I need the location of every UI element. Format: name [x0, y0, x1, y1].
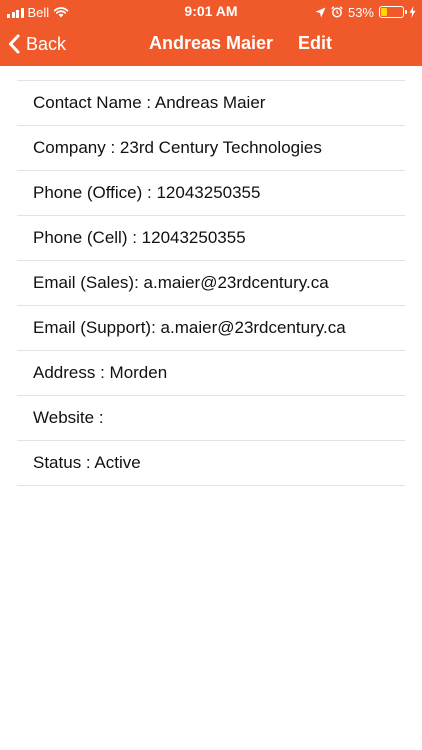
edit-button[interactable]: Edit [298, 33, 332, 54]
contact-detail-screen: Bell 9:01 AM 53% Back Andreas Maier Edit… [0, 0, 422, 750]
phone-office-row[interactable]: Phone (Office) : 12043250355 [17, 171, 405, 216]
status-right: 53% [315, 4, 416, 20]
alarm-icon [331, 6, 343, 18]
contact-detail-list: Contact Name : Andreas Maier Company : 2… [17, 80, 405, 486]
phone-cell-row[interactable]: Phone (Cell) : 12043250355 [17, 216, 405, 261]
battery-fill [381, 8, 387, 16]
chevron-left-icon [9, 34, 20, 54]
status-row: Status : Active [17, 441, 405, 486]
back-label: Back [26, 33, 67, 54]
email-support-row[interactable]: Email (Support): a.maier@23rdcentury.ca [17, 306, 405, 351]
email-sales-row[interactable]: Email (Sales): a.maier@23rdcentury.ca [17, 261, 405, 306]
status-bar: Bell 9:01 AM 53% [0, 0, 422, 24]
header: Bell 9:01 AM 53% Back Andreas Maier Edit [0, 0, 422, 66]
company-row: Company : 23rd Century Technologies [17, 126, 405, 171]
navigation-bar: Back Andreas Maier Edit [0, 24, 422, 66]
back-button[interactable]: Back [8, 31, 66, 57]
location-icon [315, 7, 326, 17]
address-row: Address : Morden [17, 351, 405, 396]
charging-icon [409, 6, 416, 18]
contact-name-row: Contact Name : Andreas Maier [17, 81, 405, 126]
battery-icon [379, 6, 407, 18]
battery-percent: 53% [347, 4, 374, 20]
website-row[interactable]: Website : [17, 396, 405, 441]
